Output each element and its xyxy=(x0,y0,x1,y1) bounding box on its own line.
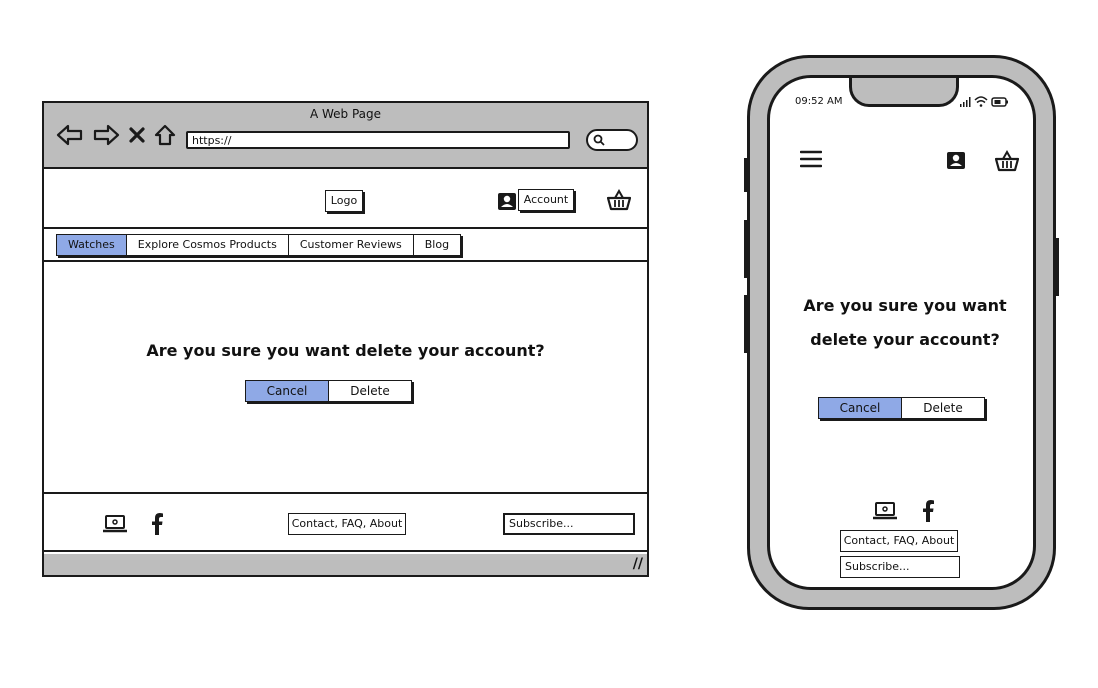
nav-controls xyxy=(56,123,176,147)
close-icon[interactable] xyxy=(128,125,146,145)
browser-window: A Web Page https:// Logo Account Watches xyxy=(42,101,649,577)
tab-explore-cosmos-products[interactable]: Explore Cosmos Products xyxy=(126,235,289,255)
confirm-button-group: Cancel Delete xyxy=(818,397,985,419)
basket-icon[interactable] xyxy=(606,188,632,215)
status-bar: // xyxy=(44,554,647,575)
resize-handle[interactable]: // xyxy=(633,556,643,572)
cancel-button[interactable]: Cancel xyxy=(819,398,902,418)
tab-blog[interactable]: Blog xyxy=(413,235,461,255)
battery-icon xyxy=(991,97,1008,107)
tab-customer-reviews[interactable]: Customer Reviews xyxy=(288,235,414,255)
footer-links-button[interactable]: Contact, FAQ, About xyxy=(840,530,958,552)
home-icon[interactable] xyxy=(154,123,176,147)
status-time: 09:52 AM xyxy=(795,96,843,107)
laptop-icon[interactable] xyxy=(102,515,128,537)
user-icon[interactable] xyxy=(497,192,517,215)
back-arrow-icon[interactable] xyxy=(56,123,84,147)
account-button[interactable]: Account xyxy=(518,189,574,211)
confirm-question: Are you sure you want delete your accoun… xyxy=(803,296,1007,349)
subscribe-input[interactable]: Subscribe... xyxy=(840,556,960,578)
window-title: A Web Page xyxy=(309,107,382,121)
delete-button[interactable]: Delete xyxy=(902,398,984,418)
status-icons xyxy=(960,94,1012,113)
facebook-icon[interactable] xyxy=(150,512,164,540)
phone-frame: 09:52 AM Are you sure you want delete yo… xyxy=(747,55,1056,610)
tab-list: Watches Explore Cosmos Products Customer… xyxy=(56,234,462,256)
signal-icon xyxy=(960,97,971,107)
confirm-button-group: Cancel Delete xyxy=(245,380,412,402)
url-input[interactable]: https:// xyxy=(186,131,570,149)
user-icon[interactable] xyxy=(946,151,966,174)
forward-arrow-icon[interactable] xyxy=(92,123,120,147)
cancel-button[interactable]: Cancel xyxy=(246,381,329,401)
facebook-icon[interactable] xyxy=(921,499,935,527)
phone-notch xyxy=(849,78,959,107)
tab-watches[interactable]: Watches xyxy=(57,235,127,255)
confirm-question: Are you sure you want delete your accoun… xyxy=(146,341,545,360)
phone-screen: 09:52 AM Are you sure you want delete yo… xyxy=(767,75,1036,590)
logo[interactable]: Logo xyxy=(325,190,363,212)
subscribe-input[interactable]: Subscribe... xyxy=(503,513,635,535)
search-icon xyxy=(593,134,605,146)
hamburger-menu-icon[interactable] xyxy=(799,150,823,172)
delete-button[interactable]: Delete xyxy=(329,381,411,401)
wifi-icon xyxy=(974,96,988,107)
footer-links-button[interactable]: Contact, FAQ, About xyxy=(288,513,406,535)
search-field[interactable] xyxy=(586,129,638,151)
laptop-icon[interactable] xyxy=(872,502,898,524)
basket-icon[interactable] xyxy=(994,149,1020,176)
